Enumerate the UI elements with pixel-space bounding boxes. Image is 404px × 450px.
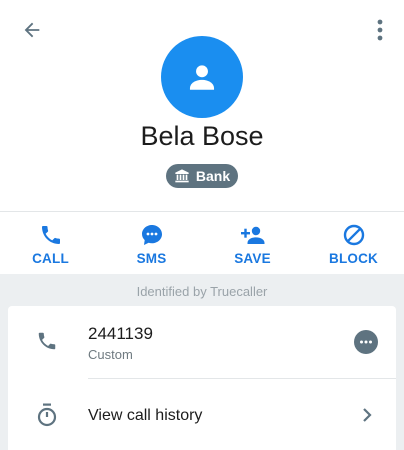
timer-icon [37, 403, 57, 427]
back-button[interactable] [14, 12, 50, 48]
chevron-right-icon [363, 408, 372, 422]
call-history-row[interactable]: View call history [8, 379, 396, 450]
tag-badge: Bank [166, 164, 238, 188]
block-icon [343, 224, 364, 246]
phone-number-type: Custom [88, 347, 133, 362]
identified-by-text: Identified by Truecaller [136, 284, 268, 299]
phone-number: 2441139 [88, 324, 153, 343]
more-vertical-icon [377, 19, 383, 41]
action-bar: CALL SMS SAVE BLOCK [0, 212, 404, 274]
contact-name: Bela Bose [140, 121, 264, 151]
save-button[interactable]: SAVE [202, 212, 303, 274]
phone-number-row[interactable]: 2441139 Custom [8, 306, 396, 378]
more-options-button[interactable] [366, 12, 394, 48]
tag-label: Bank [195, 168, 231, 184]
person-icon [189, 65, 215, 90]
call-label: CALL [32, 251, 69, 266]
add-person-icon [240, 226, 264, 244]
block-label: BLOCK [329, 251, 378, 266]
details-card: 2441139 Custom View call history [8, 306, 396, 450]
call-button[interactable]: CALL [0, 212, 101, 274]
chat-bubble-icon [141, 225, 162, 245]
block-button[interactable]: BLOCK [303, 212, 404, 274]
bank-icon [175, 169, 189, 183]
chat-dots-icon [360, 340, 372, 344]
phone-icon [38, 332, 56, 350]
sms-label: SMS [136, 251, 167, 266]
save-label: SAVE [234, 251, 271, 266]
arrow-back-icon [24, 22, 40, 38]
sms-button[interactable]: SMS [101, 212, 202, 274]
avatar [161, 36, 243, 118]
phone-icon [41, 226, 60, 244]
view-call-history-label: View call history [88, 407, 203, 424]
message-button[interactable] [354, 330, 378, 354]
